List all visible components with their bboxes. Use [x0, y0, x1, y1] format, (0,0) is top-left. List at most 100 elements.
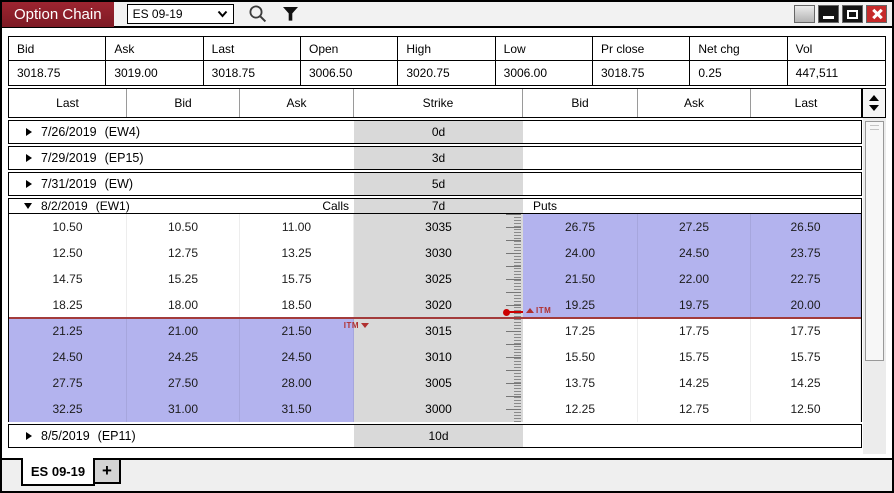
quote-bar: BidAskLastOpenHighLowPr closeNet chgVol3…	[8, 36, 886, 86]
call-bid-cell[interactable]: 27.50	[127, 370, 240, 396]
expiration-group-row[interactable]: 7/31/2019(EW)5d	[8, 172, 862, 196]
header-put-ask: Ask	[638, 89, 751, 117]
strike-cell: 3020	[354, 292, 523, 318]
option-row: 32.2531.0031.50300012.2512.7512.50	[9, 396, 861, 422]
maximize-button[interactable]	[842, 5, 863, 23]
put-last-cell[interactable]: 17.75	[751, 318, 861, 344]
call-bid-cell[interactable]: 18.00	[127, 292, 240, 318]
option-row: 24.5024.2524.50301015.5015.7515.75	[9, 344, 861, 370]
call-ask-cell[interactable]: 24.50	[240, 344, 354, 370]
put-bid-cell[interactable]: 17.25	[523, 318, 638, 344]
call-last-cell[interactable]: 10.50	[9, 214, 127, 240]
call-last-cell[interactable]: 21.25	[9, 318, 127, 344]
add-tab-button[interactable]: +	[95, 460, 121, 484]
put-last-cell[interactable]: 15.75	[751, 344, 861, 370]
tab-es-09-19[interactable]: ES 09-19	[21, 458, 95, 486]
days-to-expiry-badge: 0d	[354, 121, 523, 143]
option-row: 14.7515.2515.75302521.5022.0022.75	[9, 266, 861, 292]
expand-arrow-icon[interactable]	[26, 128, 32, 136]
call-last-cell[interactable]: 18.25	[9, 292, 127, 318]
put-last-cell[interactable]: 12.50	[751, 396, 861, 422]
expiration-group-row[interactable]: 8/2/2019(EW1)CallsPuts7d	[8, 198, 862, 214]
quote-label-bid: Bid	[9, 37, 106, 61]
blank-window-button[interactable]	[794, 5, 815, 23]
put-last-cell[interactable]: 14.25	[751, 370, 861, 396]
put-bid-cell[interactable]: 26.75	[523, 214, 638, 240]
calls-section-label: Calls	[9, 199, 349, 213]
header-call-ask: Ask	[240, 89, 354, 117]
quote-label-net-chg: Net chg	[690, 37, 787, 61]
close-icon	[871, 8, 883, 20]
option-row: 27.7527.5028.00300513.7514.2514.25	[9, 370, 861, 396]
window-controls	[794, 5, 887, 23]
put-ask-cell[interactable]: 24.50	[638, 240, 751, 266]
call-ask-cell[interactable]: 13.25	[240, 240, 354, 266]
header-put-last: Last	[751, 89, 861, 117]
header-call-last: Last	[9, 89, 127, 117]
minimize-button[interactable]	[818, 5, 839, 23]
calls-itm-label: ITM	[344, 321, 359, 330]
expiration-group-row[interactable]: 7/26/2019 (EW4) 0d	[8, 120, 862, 144]
call-last-cell[interactable]: 24.50	[9, 344, 127, 370]
call-bid-cell[interactable]: 21.00	[127, 318, 240, 344]
strike-cell: 3030	[354, 240, 523, 266]
instrument-dropdown[interactable]: ES 09-19	[127, 4, 234, 24]
put-ask-cell[interactable]: 15.75	[638, 344, 751, 370]
put-ask-cell[interactable]: 17.75	[638, 318, 751, 344]
strike-cell: 3000	[354, 396, 523, 422]
scrollbar-track[interactable]	[863, 118, 886, 454]
call-ask-cell[interactable]: 15.75	[240, 266, 354, 292]
scroll-up-icon[interactable]	[869, 95, 879, 101]
put-bid-cell[interactable]: 24.00	[523, 240, 638, 266]
call-bid-cell[interactable]: 31.00	[127, 396, 240, 422]
option-chain-table: LastBidAskStrikeBidAskLast 7/26/2019(EW4…	[8, 88, 886, 454]
expiration-group-row[interactable]: 7/29/2019(EP15)3d	[8, 146, 862, 170]
expiration-date: 7/26/2019	[41, 125, 97, 139]
put-ask-cell[interactable]: 19.75	[638, 292, 751, 318]
call-bid-cell[interactable]: 12.75	[127, 240, 240, 266]
expiration-group-row[interactable]: 8/5/2019(EP11)10d	[8, 424, 862, 448]
call-last-cell[interactable]: 32.25	[9, 396, 127, 422]
call-last-cell[interactable]: 27.75	[9, 370, 127, 396]
expiration-code: (EW4)	[105, 125, 140, 139]
call-ask-cell[interactable]: 31.50	[240, 396, 354, 422]
put-last-cell[interactable]: 22.75	[751, 266, 861, 292]
header-put-bid: Bid	[523, 89, 638, 117]
expand-arrow-icon[interactable]	[26, 432, 32, 440]
expiration-code: (EP15)	[105, 151, 144, 165]
put-bid-cell[interactable]: 15.50	[523, 344, 638, 370]
put-ask-cell[interactable]: 22.00	[638, 266, 751, 292]
call-bid-cell[interactable]: 10.50	[127, 214, 240, 240]
put-ask-cell[interactable]: 12.75	[638, 396, 751, 422]
call-ask-cell[interactable]: 11.00	[240, 214, 354, 240]
put-bid-cell[interactable]: 13.75	[523, 370, 638, 396]
put-last-cell[interactable]: 26.50	[751, 214, 861, 240]
call-ask-cell[interactable]: 28.00	[240, 370, 354, 396]
close-button[interactable]	[866, 5, 887, 23]
scroll-down-icon[interactable]	[869, 105, 879, 111]
put-bid-cell[interactable]: 21.50	[523, 266, 638, 292]
expand-arrow-icon[interactable]	[26, 180, 32, 188]
expiration-code: (EW)	[105, 177, 133, 191]
option-row: 18.2518.0018.50302019.2519.7520.00	[9, 292, 861, 318]
scrollbar-thumb[interactable]	[865, 121, 884, 361]
call-last-cell[interactable]: 14.75	[9, 266, 127, 292]
days-to-expiry-badge: 7d	[354, 199, 523, 213]
call-ask-cell[interactable]: 18.50	[240, 292, 354, 318]
put-ask-cell[interactable]: 27.25	[638, 214, 751, 240]
expand-arrow-icon[interactable]	[26, 154, 32, 162]
put-ask-cell[interactable]: 14.25	[638, 370, 751, 396]
put-last-cell[interactable]: 23.75	[751, 240, 861, 266]
filter-icon[interactable]	[282, 6, 299, 22]
scrollbar-grip	[870, 125, 879, 130]
expiration-date: 7/31/2019	[41, 177, 97, 191]
put-last-cell[interactable]: 20.00	[751, 292, 861, 318]
quote-value-net-chg: 0.25	[690, 61, 787, 85]
call-last-cell[interactable]: 12.50	[9, 240, 127, 266]
call-bid-cell[interactable]: 15.25	[127, 266, 240, 292]
search-icon[interactable]	[248, 4, 268, 24]
put-bid-cell[interactable]: 12.25	[523, 396, 638, 422]
bottom-tab-bar: ES 09-19 +	[2, 458, 892, 491]
call-bid-cell[interactable]: 24.25	[127, 344, 240, 370]
strike-cell: 3010	[354, 344, 523, 370]
